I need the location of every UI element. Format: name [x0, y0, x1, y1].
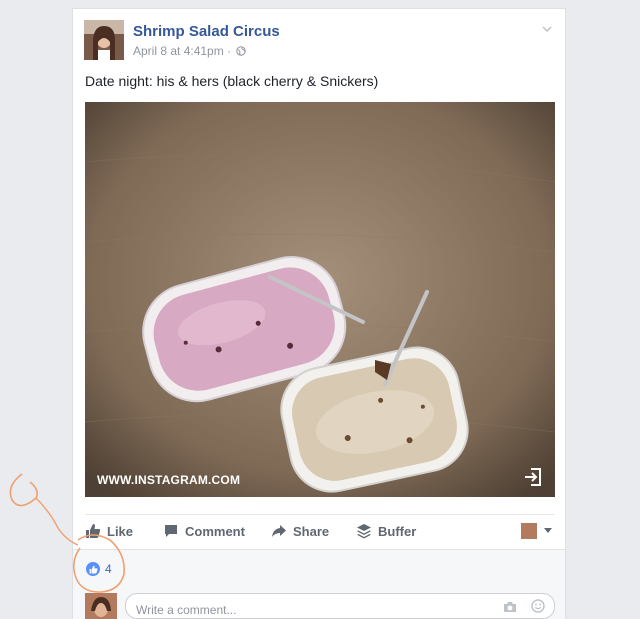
buffer-button[interactable]: Buffer [356, 523, 416, 539]
buffer-icon [357, 524, 371, 539]
like-label: Like [107, 523, 134, 539]
post-timestamp[interactable]: April 8 at 4:41pm [133, 44, 224, 58]
photo-source-label[interactable]: WWW.INSTAGRAM.COM [97, 473, 240, 487]
emoji-icon[interactable] [531, 599, 545, 613]
buffer-label: Buffer [378, 523, 417, 539]
share-button[interactable]: Share [271, 523, 329, 539]
exit-icon[interactable] [523, 467, 543, 487]
post-card: Shrimp Salad Circus April 8 at 4:41pm · … [72, 8, 566, 619]
comment-icon [165, 525, 177, 537]
post-text: Date night: his & hers (black cherry & S… [85, 73, 379, 89]
reactions-bar: 4 [73, 549, 565, 590]
commenter-avatar [85, 593, 117, 619]
like-reaction-icon[interactable] [86, 562, 100, 576]
current-user-avatar [521, 523, 537, 539]
meta-separator: · [227, 44, 232, 58]
thumbs-up-icon [86, 524, 101, 538]
photo-image [85, 102, 555, 497]
thumbs-up-icon [89, 565, 98, 573]
comment-composer [73, 589, 565, 619]
post-photo[interactable]: WWW.INSTAGRAM.COM [85, 102, 555, 497]
audience-selector[interactable] [521, 523, 553, 539]
post-meta: April 8 at 4:41pm · [133, 44, 247, 58]
comment-input[interactable] [125, 593, 555, 619]
action-bar: Like Comment Share Buffer [85, 514, 555, 547]
caret-down-icon [544, 528, 552, 533]
page-avatar[interactable] [84, 20, 124, 60]
like-count[interactable]: 4 [105, 562, 112, 576]
globe-icon [236, 46, 247, 56]
share-icon [272, 525, 286, 537]
share-label: Share [293, 523, 330, 539]
like-button[interactable]: Like [85, 523, 133, 539]
camera-icon[interactable] [503, 601, 517, 613]
comment-button[interactable]: Comment [163, 523, 245, 539]
comment-label: Comment [185, 523, 245, 539]
chevron-down-icon[interactable] [541, 23, 553, 35]
page-name-link[interactable]: Shrimp Salad Circus [133, 23, 280, 40]
